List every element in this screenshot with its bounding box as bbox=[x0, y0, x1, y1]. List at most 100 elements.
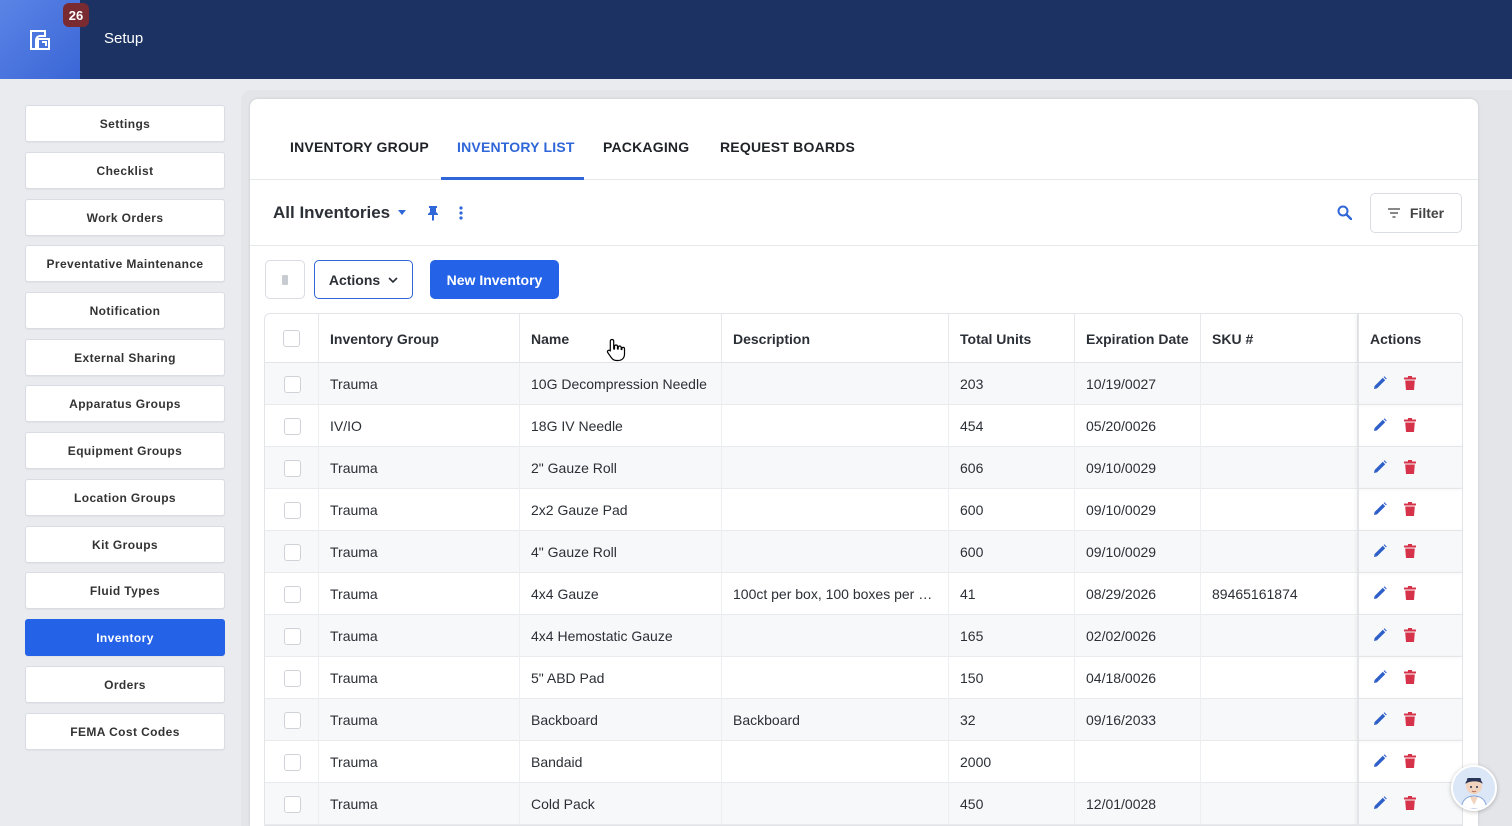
table-row[interactable]: IV/IO 18G IV Needle 454 05/20/0026 bbox=[265, 405, 1462, 447]
tab-inventory-list[interactable]: INVENTORY LIST bbox=[457, 139, 575, 155]
column-header-total-units[interactable]: Total Units bbox=[949, 314, 1075, 363]
sidebar-item-checklist[interactable]: Checklist bbox=[25, 152, 225, 189]
actions-dropdown[interactable]: Actions bbox=[314, 260, 413, 299]
delete-icon[interactable] bbox=[1404, 711, 1416, 729]
total-units-text: 150 bbox=[960, 670, 984, 686]
expiration-date-text: 09/10/0029 bbox=[1086, 544, 1157, 560]
row-checkbox[interactable] bbox=[284, 417, 301, 435]
edit-icon[interactable] bbox=[1373, 585, 1387, 603]
delete-icon[interactable] bbox=[1404, 543, 1416, 561]
sku-cell bbox=[1201, 615, 1358, 657]
table-body: Trauma 10G Decompression Needle 203 10/19/0… bbox=[265, 363, 1462, 825]
edit-icon[interactable] bbox=[1373, 543, 1387, 561]
sidebar-item-fema-cost-codes[interactable]: FEMA Cost Codes bbox=[25, 713, 225, 750]
table-row[interactable]: Trauma 2" Gauze Roll 606 09/10/0029 bbox=[265, 447, 1462, 489]
table-row[interactable]: Trauma 2x2 Gauze Pad 600 09/10/0029 bbox=[265, 489, 1462, 531]
sku-cell bbox=[1201, 783, 1358, 825]
name-text: 2" Gauze Roll bbox=[531, 460, 617, 476]
delete-icon[interactable] bbox=[1404, 753, 1416, 771]
delete-icon[interactable] bbox=[1404, 627, 1416, 645]
total-units-text: 600 bbox=[960, 544, 984, 560]
row-checkbox[interactable] bbox=[284, 375, 301, 393]
delete-icon[interactable] bbox=[1404, 375, 1416, 393]
view-selector[interactable]: All Inventories bbox=[273, 203, 390, 223]
select-all-checkbox-cell bbox=[265, 314, 319, 363]
chevron-down-icon[interactable] bbox=[398, 210, 406, 215]
delete-icon[interactable] bbox=[1404, 795, 1416, 813]
sidebar-item-fluid-types[interactable]: Fluid Types bbox=[25, 572, 225, 609]
sidebar-item-apparatus-groups[interactable]: Apparatus Groups bbox=[25, 385, 225, 422]
name-cell: Cold Pack bbox=[520, 783, 722, 825]
inventory-group-cell: Trauma bbox=[319, 657, 520, 699]
tab-packaging[interactable]: PACKAGING bbox=[603, 139, 689, 155]
table-row[interactable]: Trauma Bandaid 2000 bbox=[265, 741, 1462, 783]
tab-request-boards[interactable]: REQUEST BOARDS bbox=[720, 139, 855, 155]
search-icon[interactable] bbox=[1337, 205, 1352, 220]
description-cell bbox=[722, 531, 949, 573]
row-checkbox[interactable] bbox=[284, 753, 301, 771]
expiration-date-cell: 10/19/0027 bbox=[1075, 363, 1201, 405]
sidebar-item-external-sharing[interactable]: External Sharing bbox=[25, 339, 225, 376]
pin-icon[interactable] bbox=[426, 205, 440, 221]
row-actions bbox=[1373, 501, 1416, 519]
column-header-expiration-date[interactable]: Expiration Date bbox=[1075, 314, 1201, 363]
sidebar-item-orders[interactable]: Orders bbox=[25, 666, 225, 703]
select-all-checkbox[interactable] bbox=[283, 330, 300, 347]
table-row[interactable]: Trauma 5" ABD Pad 150 04/18/0026 bbox=[265, 657, 1462, 699]
delete-icon[interactable] bbox=[1404, 669, 1416, 687]
row-checkbox[interactable] bbox=[284, 795, 301, 813]
sidebar-item-equipment-groups[interactable]: Equipment Groups bbox=[25, 432, 225, 469]
assistant-avatar[interactable] bbox=[1451, 765, 1497, 811]
edit-icon[interactable] bbox=[1373, 795, 1387, 813]
edit-icon[interactable] bbox=[1373, 669, 1387, 687]
chevron-down-icon bbox=[388, 276, 398, 283]
edit-icon[interactable] bbox=[1373, 459, 1387, 477]
row-actions bbox=[1373, 459, 1416, 477]
table-row[interactable]: Trauma 10G Decompression Needle 203 10/19/0… bbox=[265, 363, 1462, 405]
table-row[interactable]: Trauma Cold Pack 450 12/01/0028 bbox=[265, 783, 1462, 825]
sidebar-item-settings[interactable]: Settings bbox=[25, 105, 225, 142]
row-checkbox[interactable] bbox=[284, 543, 301, 561]
more-options-icon[interactable] bbox=[458, 206, 464, 220]
row-checkbox[interactable] bbox=[284, 669, 301, 687]
edit-icon[interactable] bbox=[1373, 711, 1387, 729]
bulk-select-button[interactable] bbox=[265, 260, 305, 299]
sidebar-item-preventative-maintenance[interactable]: Preventative Maintenance bbox=[25, 245, 225, 282]
table-row[interactable]: Trauma 4x4 Gauze 100ct per box, 100 boxes … bbox=[265, 573, 1462, 615]
table-row[interactable]: Trauma 4" Gauze Roll 600 09/10/0029 bbox=[265, 531, 1462, 573]
sidebar-item-kit-groups[interactable]: Kit Groups bbox=[25, 526, 225, 563]
edit-icon[interactable] bbox=[1373, 753, 1387, 771]
description-cell bbox=[722, 363, 949, 405]
edit-icon[interactable] bbox=[1373, 375, 1387, 393]
sidebar-item-notification[interactable]: Notification bbox=[25, 292, 225, 329]
column-header-sku[interactable]: SKU # bbox=[1201, 314, 1358, 363]
total-units-cell: 41 bbox=[949, 573, 1075, 615]
row-checkbox[interactable] bbox=[284, 711, 301, 729]
sidebar-item-location-groups[interactable]: Location Groups bbox=[25, 479, 225, 516]
total-units-cell: 606 bbox=[949, 447, 1075, 489]
delete-icon[interactable] bbox=[1404, 417, 1416, 435]
filter-button[interactable]: Filter bbox=[1370, 193, 1462, 233]
filter-icon bbox=[1387, 208, 1400, 218]
row-checkbox[interactable] bbox=[284, 459, 301, 477]
table-row[interactable]: Trauma 4x4 Hemostatic Gauze 165 02/02/0026 bbox=[265, 615, 1462, 657]
notification-badge[interactable]: 26 bbox=[63, 3, 89, 27]
delete-icon[interactable] bbox=[1404, 585, 1416, 603]
new-inventory-button[interactable]: New Inventory bbox=[430, 260, 559, 299]
edit-icon[interactable] bbox=[1373, 417, 1387, 435]
column-header-description[interactable]: Description bbox=[722, 314, 949, 363]
tab-inventory-group[interactable]: INVENTORY GROUP bbox=[290, 139, 429, 155]
delete-icon[interactable] bbox=[1404, 501, 1416, 519]
row-actions-cell bbox=[1358, 531, 1462, 573]
table-row[interactable]: Trauma Backboard Backboard 32 09/16/2033 bbox=[265, 699, 1462, 741]
row-checkbox[interactable] bbox=[284, 627, 301, 645]
row-checkbox[interactable] bbox=[284, 501, 301, 519]
sidebar-item-inventory[interactable]: Inventory bbox=[25, 619, 225, 656]
sidebar-item-work-orders[interactable]: Work Orders bbox=[25, 199, 225, 236]
edit-icon[interactable] bbox=[1373, 627, 1387, 645]
name-text: 4x4 Gauze bbox=[531, 586, 599, 602]
delete-icon[interactable] bbox=[1404, 459, 1416, 477]
column-header-inventory-group[interactable]: Inventory Group bbox=[319, 314, 520, 363]
row-checkbox[interactable] bbox=[284, 585, 301, 603]
edit-icon[interactable] bbox=[1373, 501, 1387, 519]
